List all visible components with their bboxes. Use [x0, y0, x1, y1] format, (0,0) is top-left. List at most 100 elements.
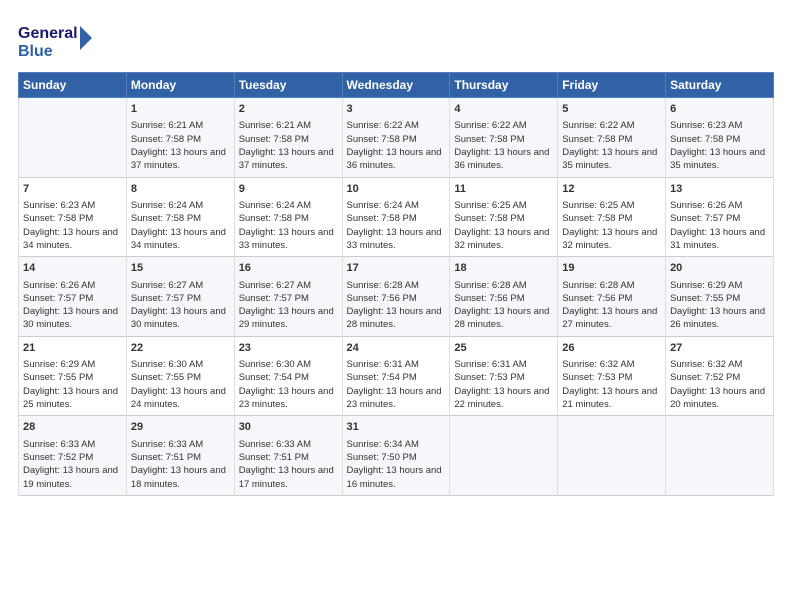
day-info: Sunrise: 6:25 AM: [562, 199, 661, 212]
cell-week3-day2: 15Sunrise: 6:27 AMSunset: 7:57 PMDayligh…: [126, 257, 234, 337]
day-number: 3: [347, 102, 446, 117]
svg-text:Blue: Blue: [18, 43, 53, 60]
cell-week5-day5: [450, 416, 558, 496]
day-number: 15: [131, 261, 230, 276]
day-number: 6: [670, 102, 769, 117]
cell-week2-day5: 11 Sunrise: 6:25 AMSunset: 7:58 PMDayligh…: [450, 177, 558, 257]
day-info: Daylight: 13 hours and 37 minutes.: [131, 146, 230, 173]
header: GeneralBlue: [18, 18, 774, 62]
day-info: Sunrise: 6:32 AM: [670, 358, 769, 371]
col-header-wednesday: Wednesday: [342, 73, 450, 98]
day-info: Sunset: 7:58 PM: [562, 133, 661, 146]
day-number: 21: [23, 341, 122, 356]
day-info: Sunset: 7:58 PM: [347, 212, 446, 225]
cell-week3-day6: 19Sunrise: 6:28 AMSunset: 7:56 PMDayligh…: [558, 257, 666, 337]
day-info: Sunset: 7:54 PM: [239, 371, 338, 384]
day-info: Daylight: 13 hours and 30 minutes.: [131, 305, 230, 332]
day-info: Sunrise: 6:24 AM: [239, 199, 338, 212]
day-info: Sunset: 7:53 PM: [454, 371, 553, 384]
day-info: Daylight: 13 hours and 23 minutes.: [239, 385, 338, 412]
day-info: Daylight: 13 hours and 34 minutes.: [23, 226, 122, 253]
day-info: Daylight: 13 hours and 17 minutes.: [239, 464, 338, 491]
week-row-3: 14Sunrise: 6:26 AMSunset: 7:57 PMDayligh…: [19, 257, 774, 337]
day-info: Sunset: 7:58 PM: [562, 212, 661, 225]
day-info: Sunset: 7:56 PM: [454, 292, 553, 305]
day-number: 29: [131, 420, 230, 435]
day-info: Sunrise: 6:23 AM: [670, 119, 769, 132]
day-info: Daylight: 13 hours and 19 minutes.: [23, 464, 122, 491]
col-header-saturday: Saturday: [666, 73, 774, 98]
cell-week4-day5: 25Sunrise: 6:31 AMSunset: 7:53 PMDayligh…: [450, 336, 558, 416]
day-info: Sunrise: 6:34 AM: [347, 438, 446, 451]
day-number: 4: [454, 102, 553, 117]
cell-week2-day7: 13Sunrise: 6:26 AMSunset: 7:57 PMDayligh…: [666, 177, 774, 257]
day-info: Sunset: 7:55 PM: [23, 371, 122, 384]
day-number: 12: [562, 182, 661, 197]
col-header-sunday: Sunday: [19, 73, 127, 98]
cell-week3-day1: 14Sunrise: 6:26 AMSunset: 7:57 PMDayligh…: [19, 257, 127, 337]
cell-week3-day4: 17Sunrise: 6:28 AMSunset: 7:56 PMDayligh…: [342, 257, 450, 337]
day-number: 28: [23, 420, 122, 435]
day-info: Daylight: 13 hours and 35 minutes.: [670, 146, 769, 173]
day-info: Daylight: 13 hours and 35 minutes.: [562, 146, 661, 173]
day-info: Sunrise: 6:22 AM: [562, 119, 661, 132]
day-number: 19: [562, 261, 661, 276]
day-info: Sunrise: 6:27 AM: [239, 279, 338, 292]
day-info: Sunrise: 6:30 AM: [239, 358, 338, 371]
cell-week5-day3: 30Sunrise: 6:33 AMSunset: 7:51 PMDayligh…: [234, 416, 342, 496]
day-info: Sunset: 7:57 PM: [670, 212, 769, 225]
day-info: Sunset: 7:57 PM: [239, 292, 338, 305]
day-info: Daylight: 13 hours and 32 minutes.: [454, 226, 553, 253]
day-info: Daylight: 13 hours and 28 minutes.: [347, 305, 446, 332]
day-info: Sunrise: 6:26 AM: [23, 279, 122, 292]
day-info: Sunrise: 6:33 AM: [239, 438, 338, 451]
day-info: Sunset: 7:58 PM: [131, 133, 230, 146]
cell-week1-day1: [19, 98, 127, 178]
cell-week2-day3: 9Sunrise: 6:24 AMSunset: 7:58 PMDaylight…: [234, 177, 342, 257]
day-number: 1: [131, 102, 230, 117]
day-number: 10: [347, 182, 446, 197]
day-info: Sunrise: 6:31 AM: [347, 358, 446, 371]
day-number: 14: [23, 261, 122, 276]
cell-week1-day3: 2Sunrise: 6:21 AMSunset: 7:58 PMDaylight…: [234, 98, 342, 178]
day-info: Sunrise: 6:30 AM: [131, 358, 230, 371]
day-info: Sunrise: 6:28 AM: [562, 279, 661, 292]
day-info: Sunrise: 6:31 AM: [454, 358, 553, 371]
day-info: Daylight: 13 hours and 21 minutes.: [562, 385, 661, 412]
col-header-friday: Friday: [558, 73, 666, 98]
day-number: 9: [239, 182, 338, 197]
day-info: Sunset: 7:58 PM: [239, 212, 338, 225]
cell-week5-day6: [558, 416, 666, 496]
cell-week1-day6: 5Sunrise: 6:22 AMSunset: 7:58 PMDaylight…: [558, 98, 666, 178]
cell-week5-day4: 31Sunrise: 6:34 AMSunset: 7:50 PMDayligh…: [342, 416, 450, 496]
day-info: Sunset: 7:58 PM: [670, 133, 769, 146]
day-info: Sunset: 7:55 PM: [131, 371, 230, 384]
day-info: Sunrise: 6:22 AM: [454, 119, 553, 132]
logo: GeneralBlue: [18, 18, 98, 62]
cell-week4-day6: 26Sunrise: 6:32 AMSunset: 7:53 PMDayligh…: [558, 336, 666, 416]
day-info: Sunset: 7:58 PM: [454, 212, 553, 225]
day-info: Sunset: 7:58 PM: [347, 133, 446, 146]
day-info: Sunset: 7:53 PM: [562, 371, 661, 384]
day-number: 8: [131, 182, 230, 197]
cell-week2-day4: 10Sunrise: 6:24 AMSunset: 7:58 PMDayligh…: [342, 177, 450, 257]
day-number: 16: [239, 261, 338, 276]
day-info: Daylight: 13 hours and 20 minutes.: [670, 385, 769, 412]
day-info: Sunrise: 6:21 AM: [239, 119, 338, 132]
day-info: Sunset: 7:58 PM: [23, 212, 122, 225]
day-info: Daylight: 13 hours and 32 minutes.: [562, 226, 661, 253]
day-info: Daylight: 13 hours and 16 minutes.: [347, 464, 446, 491]
day-number: 7: [23, 182, 122, 197]
cell-week5-day1: 28Sunrise: 6:33 AMSunset: 7:52 PMDayligh…: [19, 416, 127, 496]
day-number: 11: [454, 182, 553, 197]
day-info: Daylight: 13 hours and 29 minutes.: [239, 305, 338, 332]
day-info: Daylight: 13 hours and 36 minutes.: [454, 146, 553, 173]
day-number: 25: [454, 341, 553, 356]
day-info: Sunrise: 6:23 AM: [23, 199, 122, 212]
day-info: Daylight: 13 hours and 30 minutes.: [23, 305, 122, 332]
cell-week5-day2: 29Sunrise: 6:33 AMSunset: 7:51 PMDayligh…: [126, 416, 234, 496]
day-info: Sunrise: 6:25 AM: [454, 199, 553, 212]
cell-week3-day5: 18Sunrise: 6:28 AMSunset: 7:56 PMDayligh…: [450, 257, 558, 337]
day-info: Sunset: 7:56 PM: [347, 292, 446, 305]
day-number: 13: [670, 182, 769, 197]
